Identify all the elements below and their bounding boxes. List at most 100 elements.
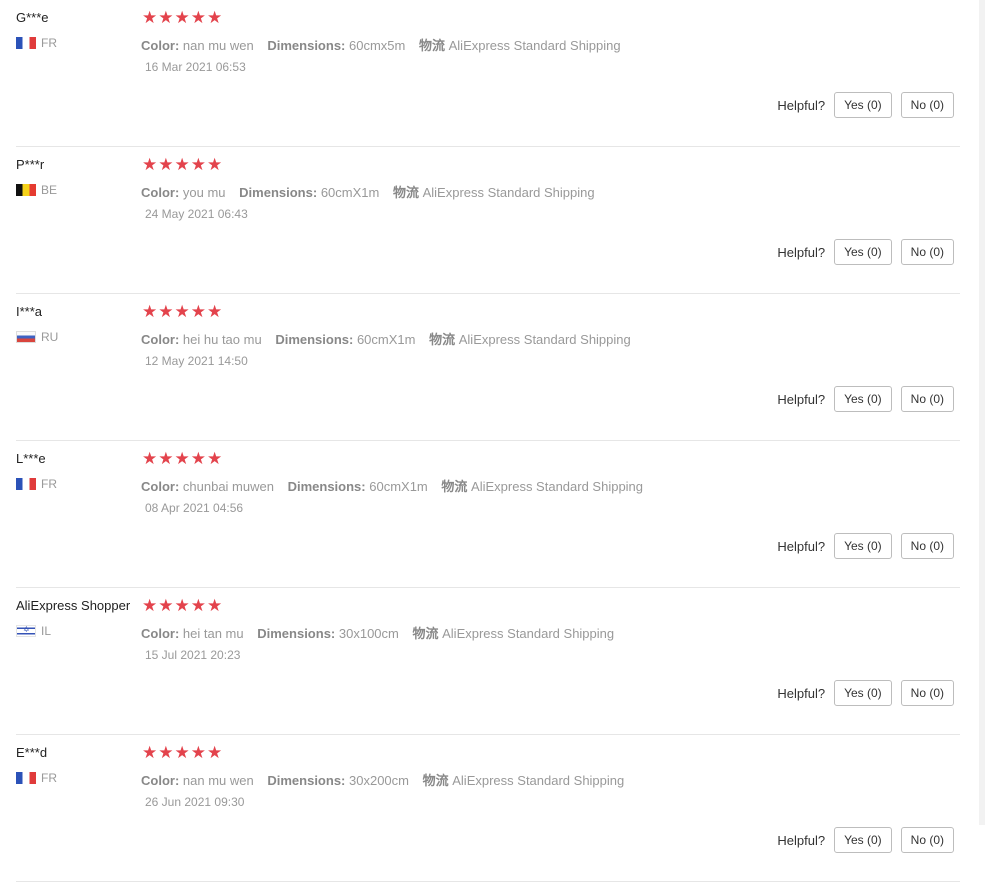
country-flag-icon xyxy=(16,37,36,49)
attr-dimensions-label: Dimensions: xyxy=(257,626,336,641)
reviewer-country: FR xyxy=(16,771,57,785)
reviewer-country: IL xyxy=(16,624,51,638)
reviewer-country: FR xyxy=(16,36,57,50)
attr-dimensions-value: 60cmx5m xyxy=(349,38,406,53)
attr-logistics: 物流 AliExpress Standard Shipping xyxy=(393,185,595,200)
attr-color-label: Color: xyxy=(141,626,180,641)
attr-color: Color: you mu xyxy=(141,185,226,200)
star-icon: ★ xyxy=(207,596,223,616)
star-rating: ★ ★ ★ ★ ★ xyxy=(142,9,222,27)
attr-dimensions-label: Dimensions: xyxy=(239,185,318,200)
attr-logistics: 物流 AliExpress Standard Shipping xyxy=(412,626,614,641)
helpful-no-button[interactable]: No (0) xyxy=(900,827,954,853)
reviewer-name: E***d xyxy=(16,745,48,760)
star-icon: ★ xyxy=(158,743,174,763)
star-icon: ★ xyxy=(190,743,206,763)
star-icon: ★ xyxy=(142,302,158,322)
helpful-votes: Helpful? Yes (0) No (0) xyxy=(777,92,954,118)
attr-color-label: Color: xyxy=(141,773,180,788)
attr-color: Color: hei hu tao mu xyxy=(141,332,262,347)
attr-logistics: 物流 AliExpress Standard Shipping xyxy=(429,332,631,347)
attr-color-value: nan mu wen xyxy=(182,773,254,788)
reviewer-country: BE xyxy=(16,183,57,197)
country-flag-icon xyxy=(16,478,36,490)
star-icon: ★ xyxy=(174,8,190,28)
review-item: I***a RU ★ ★ ★ ★ ★ Color: hei hu tao mu Dime… xyxy=(16,294,960,441)
helpful-yes-button[interactable]: Yes (0) xyxy=(834,827,892,853)
country-flag-icon xyxy=(16,625,36,637)
attr-color-label: Color: xyxy=(141,479,180,494)
attr-dimensions-value: 60cmX1m xyxy=(369,479,428,494)
helpful-no-button[interactable]: No (0) xyxy=(900,92,954,118)
star-icon: ★ xyxy=(190,302,206,322)
attr-dimensions: Dimensions: 60cmx5m xyxy=(267,38,405,53)
star-icon: ★ xyxy=(142,8,158,28)
star-icon: ★ xyxy=(158,596,174,616)
helpful-no-button[interactable]: No (0) xyxy=(900,680,954,706)
helpful-yes-button[interactable]: Yes (0) xyxy=(834,239,892,265)
helpful-no-button[interactable]: No (0) xyxy=(900,533,954,559)
star-icon: ★ xyxy=(142,449,158,469)
star-icon: ★ xyxy=(174,743,190,763)
helpful-votes: Helpful? Yes (0) No (0) xyxy=(777,386,954,412)
country-flag-icon xyxy=(16,772,36,784)
reviewer-name: P***r xyxy=(16,157,45,172)
attr-dimensions-value: 30x200cm xyxy=(349,773,409,788)
star-icon: ★ xyxy=(158,8,174,28)
helpful-votes: Helpful? Yes (0) No (0) xyxy=(777,533,954,559)
country-code: IL xyxy=(41,624,52,638)
review-item: AliExpress Shopper IL ★★★★★ Color: hei t… xyxy=(16,588,960,735)
helpful-votes: Helpful? Yes (0) No (0) xyxy=(777,827,954,853)
attr-logistics-label: 物流 xyxy=(429,332,456,347)
attr-dimensions: Dimensions: 60cmX1m xyxy=(239,185,379,200)
star-icon: ★ xyxy=(174,449,190,469)
star-icon: ★ xyxy=(207,743,223,763)
helpful-label: Helpful? xyxy=(777,538,826,554)
star-icon: ★ xyxy=(158,449,174,469)
attr-color: Color: nan mu wen xyxy=(141,773,254,788)
attr-color-value: nan mu wen xyxy=(182,38,254,53)
review-item: E***d FR ★ ★ ★ ★ ★ Color: nan mu wen Dimensi… xyxy=(16,735,960,882)
attr-logistics: 物流 AliExpress Standard Shipping xyxy=(419,38,621,53)
scrollbar[interactable] xyxy=(979,0,985,825)
helpful-yes-button[interactable]: Yes (0) xyxy=(834,533,892,559)
attr-logistics-label: 物流 xyxy=(422,773,449,788)
helpful-yes-button[interactable]: Yes (0) xyxy=(834,386,892,412)
helpful-label: Helpful? xyxy=(777,97,826,113)
helpful-no-button[interactable]: No (0) xyxy=(900,386,954,412)
country-code: FR xyxy=(41,771,57,785)
helpful-label: Helpful? xyxy=(777,244,826,260)
star-icon: ★ xyxy=(190,8,206,28)
star-icon: ★ xyxy=(158,302,174,322)
attr-logistics-label: 物流 xyxy=(412,626,439,641)
attr-dimensions-value: 30x100cm xyxy=(338,626,399,641)
attr-dimensions: Dimensions: 30x200cm xyxy=(267,773,409,788)
attr-color-value: chunbai muwen xyxy=(182,479,274,494)
helpful-yes-button[interactable]: Yes (0) xyxy=(834,680,892,706)
attr-dimensions-label: Dimensions: xyxy=(267,38,346,53)
attr-color-label: Color: xyxy=(141,332,180,347)
star-icon: ★ xyxy=(142,743,158,763)
attr-color-label: Color: xyxy=(141,185,180,200)
star-rating: ★ ★ ★ ★ ★ xyxy=(142,597,222,615)
star-icon: ★ xyxy=(174,596,190,616)
product-attributes: Color: nan mu wen Dimensions: 30x200cm 物… xyxy=(141,770,634,789)
review-date: 16 Mar 2021 06:53 xyxy=(145,60,246,74)
reviewer-country: RU xyxy=(16,330,58,344)
reviewer-name: L***e xyxy=(16,451,46,466)
attr-dimensions-value: 60cmX1m xyxy=(320,185,380,200)
helpful-no-button[interactable]: No (0) xyxy=(900,239,954,265)
review-item: P***r BE ★ ★ ★ ★ ★ Color: you mu Dimensions:… xyxy=(16,147,960,294)
review-date: 12 May 2021 14:50 xyxy=(145,354,248,368)
helpful-votes: Helpful? Yes (0) No (0) xyxy=(777,680,954,706)
star-icon: ★ xyxy=(207,449,223,469)
star-rating: ★ ★ ★ ★ ★ xyxy=(142,156,222,174)
star-icon: ★ xyxy=(207,8,223,28)
attr-color-value: hei hu tao mu xyxy=(182,332,262,347)
attr-color-value: you mu xyxy=(182,185,226,200)
feedback-list: G***e FR ★ ★ ★ ★ ★ Color: nan mu wen Dimensi… xyxy=(0,0,975,882)
product-attributes: Color: hei tan mu Dimensions: 30x100cm 物… xyxy=(141,623,624,642)
star-icon: ★ xyxy=(142,155,158,175)
attr-color-value: hei tan mu xyxy=(182,626,244,641)
helpful-yes-button[interactable]: Yes (0) xyxy=(834,92,892,118)
